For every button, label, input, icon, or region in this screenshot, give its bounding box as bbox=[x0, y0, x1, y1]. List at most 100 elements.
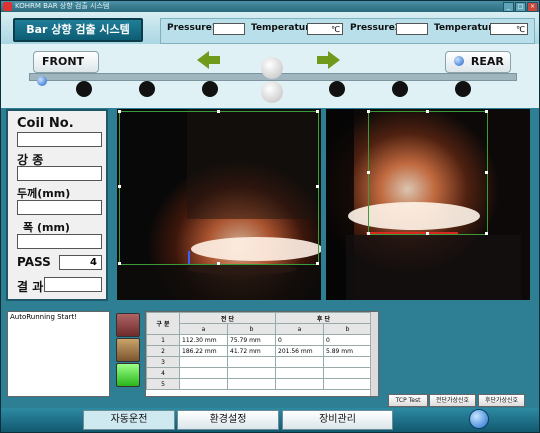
coil-field[interactable] bbox=[17, 132, 102, 147]
front-virtual-signal-button[interactable]: 전단가상신호 bbox=[429, 394, 476, 407]
rear-virtual-signal-button[interactable]: 후단가상신호 bbox=[478, 394, 525, 407]
thickness-label: 두께(mm) bbox=[17, 187, 71, 200]
upper-roller-icon bbox=[261, 57, 283, 79]
row-number: 2 bbox=[146, 345, 180, 357]
rear-camera-view[interactable] bbox=[326, 109, 530, 300]
rear-b-header: b bbox=[323, 323, 372, 335]
grade-field[interactable] bbox=[17, 166, 102, 181]
cell-rear-a bbox=[275, 356, 324, 368]
maximize-button[interactable]: □ bbox=[515, 2, 526, 12]
roi-handle[interactable] bbox=[316, 185, 319, 188]
cell-front-b bbox=[227, 356, 276, 368]
row-number: 1 bbox=[146, 334, 180, 346]
cell-rear-b bbox=[323, 378, 372, 390]
sensor-dot-2 bbox=[139, 81, 155, 97]
cell-rear-a bbox=[275, 378, 324, 390]
table-row: 3 bbox=[146, 356, 372, 368]
result-label: 결 과 bbox=[17, 280, 44, 294]
rear-a-header: a bbox=[275, 323, 324, 335]
cell-front-a: 186.22 mm bbox=[179, 345, 228, 357]
pressure2-label: Pressure2 bbox=[350, 23, 402, 33]
coil-label: Coil No. bbox=[17, 116, 74, 131]
arrow-left-icon[interactable] bbox=[197, 51, 220, 69]
roi-handle[interactable] bbox=[485, 232, 488, 235]
close-button[interactable]: × bbox=[527, 2, 538, 12]
tcp-test-button[interactable]: TCP Test bbox=[388, 394, 428, 407]
roi-handle[interactable] bbox=[217, 110, 220, 113]
cell-front-b: 75.79 mm bbox=[227, 334, 276, 346]
cell-front-b: 41.72 mm bbox=[227, 345, 276, 357]
pass-value: 4 bbox=[59, 255, 102, 270]
roi-handle[interactable] bbox=[316, 110, 319, 113]
sensor-dot-4 bbox=[329, 81, 345, 97]
cell-front-a: 112.30 mm bbox=[179, 334, 228, 346]
thickness-field[interactable] bbox=[17, 200, 102, 215]
sensor-dot-5 bbox=[392, 81, 408, 97]
front-a-header: a bbox=[179, 323, 228, 335]
table-scrollbar[interactable] bbox=[370, 312, 378, 396]
log-text: AutoRunning Start! bbox=[10, 313, 78, 321]
cell-rear-b: 5.89 mm bbox=[323, 345, 372, 357]
roi-handle[interactable] bbox=[118, 185, 121, 188]
app-icon bbox=[3, 2, 12, 11]
front-label: FRONT bbox=[42, 55, 85, 68]
arrow-right-icon[interactable] bbox=[317, 51, 340, 69]
pass-label: PASS bbox=[17, 255, 51, 269]
cell-front-a bbox=[179, 378, 228, 390]
front-ball-icon bbox=[37, 76, 47, 86]
roi-handle[interactable] bbox=[118, 110, 121, 113]
tab-equipment[interactable]: 장비관리 bbox=[282, 410, 393, 430]
coil-info-panel: Coil No. 강 종 두께(mm) 폭 (mm) PASS 4 결 과 bbox=[6, 109, 108, 301]
roi-handle[interactable] bbox=[118, 262, 121, 265]
front-b-header: b bbox=[227, 323, 276, 335]
front-button[interactable]: FRONT bbox=[33, 51, 99, 86]
sensor-dot-3 bbox=[202, 81, 218, 97]
power-icon[interactable] bbox=[469, 409, 489, 429]
width-label: 폭 (mm) bbox=[23, 221, 70, 234]
app-title: Bar 상향 검출 시스템 bbox=[13, 18, 143, 42]
width-field[interactable] bbox=[17, 234, 102, 249]
roi-handle[interactable] bbox=[367, 110, 370, 113]
tab-auto-run[interactable]: 자동운전 bbox=[83, 410, 175, 430]
table-row: 5 bbox=[146, 378, 372, 390]
front-camera-view[interactable] bbox=[117, 109, 321, 300]
cell-rear-a: 201.56 mm bbox=[275, 345, 324, 357]
table-row: 1 112.30 mm 75.79 mm 0 0 bbox=[146, 334, 372, 346]
sensor-readouts: Pressure1 Temperature1 ℃ Pressure2 Tempe… bbox=[160, 18, 535, 44]
row-number: 3 bbox=[146, 356, 180, 368]
rear-detection-roi[interactable] bbox=[368, 111, 488, 235]
cell-rear-b: 0 bbox=[323, 334, 372, 346]
rear-label: REAR bbox=[470, 55, 504, 68]
front-detection-roi[interactable] bbox=[119, 111, 319, 265]
status-swatch-brown bbox=[116, 338, 140, 362]
rear-header: 후 단 bbox=[275, 312, 372, 324]
rear-button[interactable]: REAR bbox=[445, 51, 511, 73]
roi-handle[interactable] bbox=[485, 171, 488, 174]
roi-handle[interactable] bbox=[426, 232, 429, 235]
pressure1-label: Pressure1 bbox=[167, 23, 219, 33]
tab-settings[interactable]: 환경설정 bbox=[177, 410, 279, 430]
roi-handle[interactable] bbox=[217, 262, 220, 265]
roi-handle[interactable] bbox=[485, 110, 488, 113]
measurement-table: 구 분 전 단 후 단 a b a b 1 112.30 mm 75.79 mm… bbox=[145, 311, 379, 397]
roi-handle[interactable] bbox=[367, 232, 370, 235]
front-header: 전 단 bbox=[179, 312, 276, 324]
cell-front-a bbox=[179, 356, 228, 368]
title-bar: KOHRM BAR 상향 검출 시스템 _ □ × bbox=[1, 1, 539, 12]
row-number: 5 bbox=[146, 378, 180, 390]
status-swatch-green bbox=[116, 363, 140, 387]
status-swatch-red bbox=[116, 313, 140, 337]
row-number: 4 bbox=[146, 367, 180, 379]
minimize-button[interactable]: _ bbox=[503, 2, 514, 12]
cell-front-b bbox=[227, 367, 276, 379]
cell-rear-a bbox=[275, 367, 324, 379]
pressure1-value bbox=[213, 23, 245, 35]
rear-ball-icon bbox=[454, 56, 464, 66]
lower-roller-icon bbox=[261, 81, 283, 103]
roi-handle[interactable] bbox=[426, 110, 429, 113]
log-textbox[interactable]: AutoRunning Start! bbox=[7, 311, 110, 397]
roi-handle[interactable] bbox=[367, 171, 370, 174]
cell-rear-a: 0 bbox=[275, 334, 324, 346]
table-row: 2 186.22 mm 41.72 mm 201.56 mm 5.89 mm bbox=[146, 345, 372, 357]
roi-handle[interactable] bbox=[316, 262, 319, 265]
